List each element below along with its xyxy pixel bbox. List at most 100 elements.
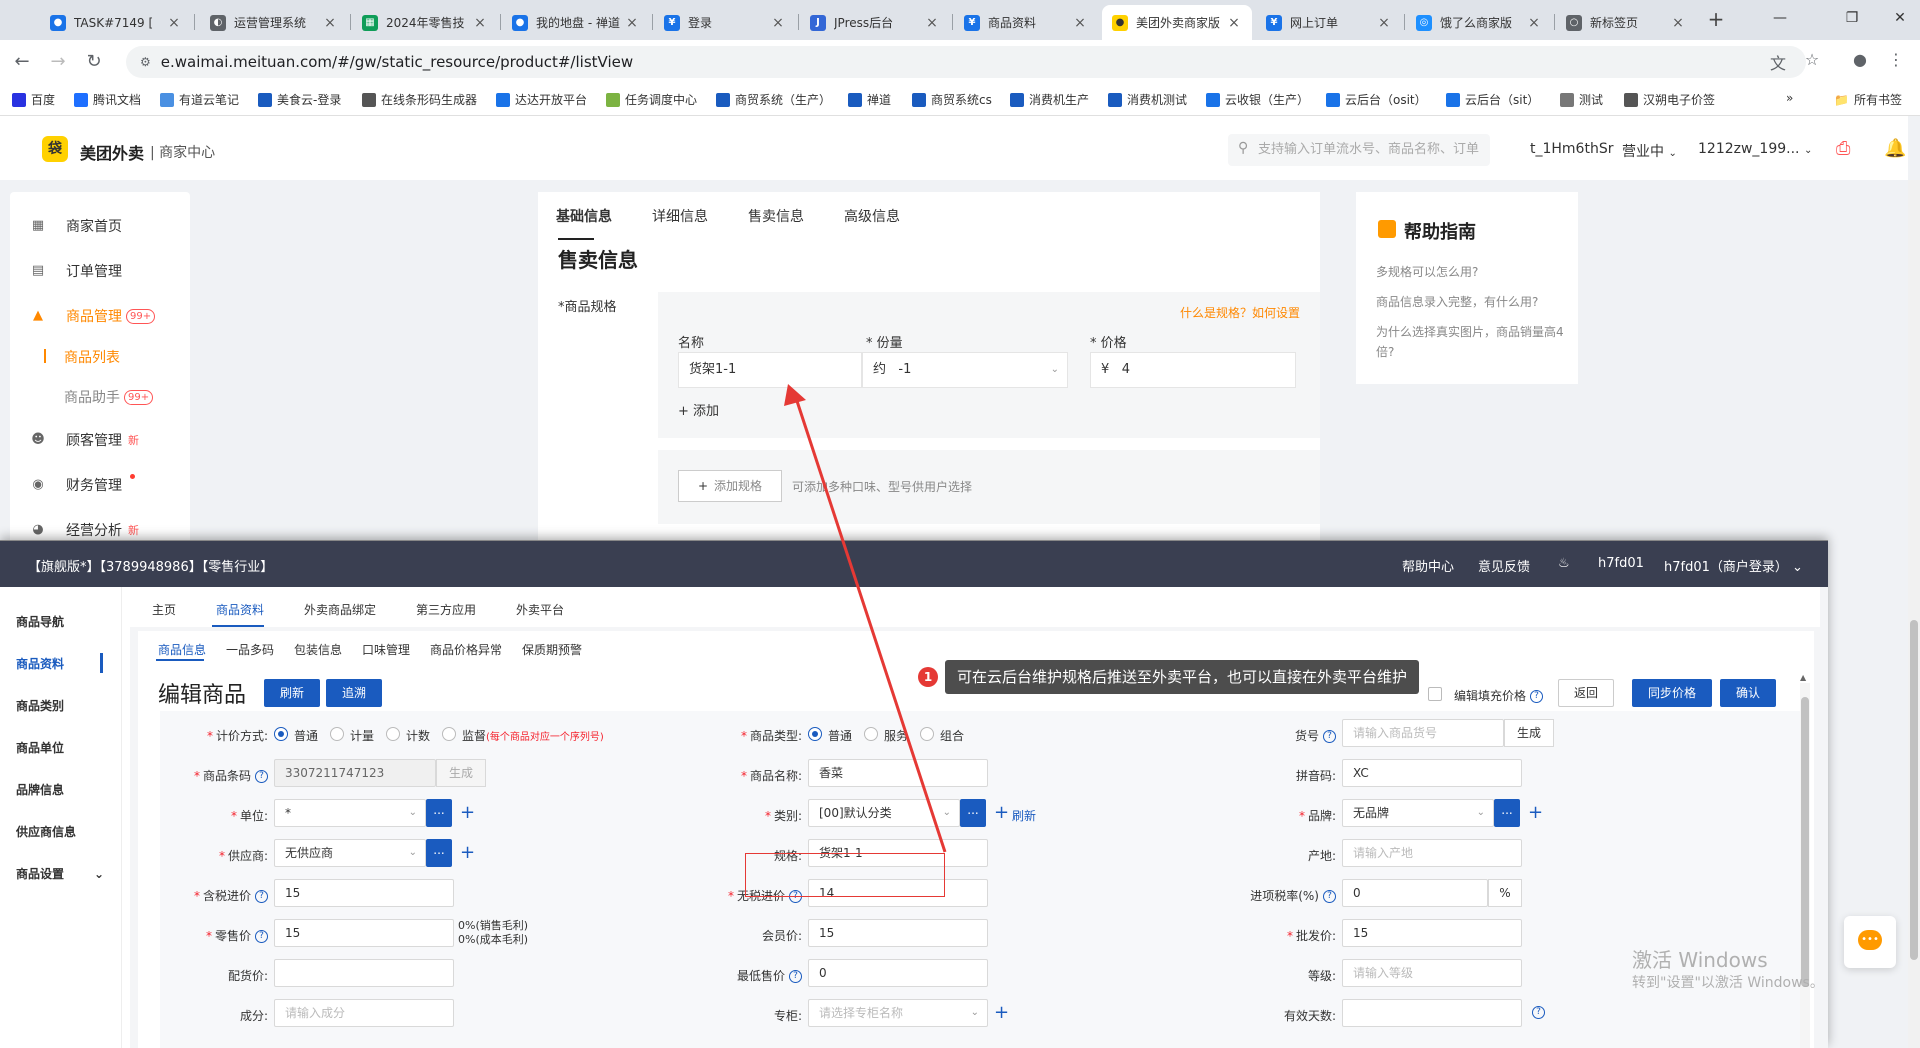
feedback-link[interactable]: 意见反馈: [1478, 556, 1530, 575]
pricing-count-radio[interactable]: [386, 727, 400, 741]
wholesale-price-input[interactable]: 15: [1342, 919, 1522, 947]
bookmark-item[interactable]: 商贸系统cs: [912, 91, 992, 108]
pinyin-input[interactable]: XC: [1342, 759, 1522, 787]
scroll-up-icon[interactable]: ▲: [1800, 673, 1806, 682]
tab-third-party[interactable]: 第三方应用: [416, 601, 476, 618]
type-combo-radio[interactable]: [920, 727, 934, 741]
min-price-input[interactable]: 0: [808, 959, 988, 987]
bookmark-item[interactable]: 在线条形码生成器: [362, 91, 477, 108]
bookmark-item[interactable]: 云后台（sit）: [1446, 91, 1539, 108]
cloud-form-scrollbar[interactable]: [1800, 683, 1810, 1048]
restore-icon[interactable]: ❐: [1840, 10, 1864, 26]
grade-input[interactable]: 请输入等级: [1342, 959, 1522, 987]
cloud-sidebar-item-settings[interactable]: 商品设置 ⌄: [16, 865, 104, 882]
back-icon[interactable]: ←: [10, 50, 34, 74]
bookmark-item[interactable]: 有道云笔记: [160, 91, 239, 108]
type-service-radio[interactable]: [864, 727, 878, 741]
browser-tab[interactable]: ◐ 运营管理系统 ×: [200, 5, 348, 40]
subtab-price-anomaly[interactable]: 商品价格异常: [430, 641, 502, 658]
bookmark-star-icon[interactable]: ☆: [1802, 50, 1822, 70]
browser-tab[interactable]: ● 我的地盘 - 禅道 ×: [502, 5, 650, 40]
spec-name-input[interactable]: 货架1-1: [678, 352, 862, 388]
tab-close-icon[interactable]: ×: [322, 15, 338, 31]
category-refresh-link[interactable]: 刷新: [1012, 807, 1036, 824]
subtab-shelf-life[interactable]: 保质期预警: [522, 641, 582, 658]
customer-service-button[interactable]: •••: [1844, 916, 1896, 968]
tab-close-icon[interactable]: ×: [770, 15, 786, 31]
bookmark-item[interactable]: 消费机生产: [1010, 91, 1089, 108]
help-icon[interactable]: ?: [255, 770, 268, 783]
cloud-sidebar-item[interactable]: 商品类别: [16, 697, 64, 714]
browser-tab[interactable]: ○ 新标签页 ×: [1556, 5, 1696, 40]
browser-tab[interactable]: J JPress后台 ×: [800, 5, 950, 40]
printer-icon[interactable]: ⎙: [1836, 138, 1850, 159]
close-window-icon[interactable]: ✕: [1888, 10, 1912, 26]
bell-icon[interactable]: 🔔: [1884, 138, 1906, 159]
help-link[interactable]: 为什么选择真实图片，商品销量高4倍?: [1376, 322, 1566, 362]
tab-close-icon[interactable]: ×: [1670, 15, 1686, 31]
retail-price-input[interactable]: 15: [274, 919, 454, 947]
ingredient-input[interactable]: 请输入成分: [274, 999, 454, 1027]
translate-icon[interactable]: 文: [1768, 50, 1788, 73]
bookmark-item[interactable]: 测试: [1560, 91, 1603, 108]
browser-tab[interactable]: ● TASK#7149 [×: [40, 5, 192, 40]
generate-barcode-button[interactable]: 生成: [436, 759, 486, 787]
confirm-button[interactable]: 确认: [1720, 679, 1776, 707]
tab-close-icon[interactable]: ×: [1526, 15, 1542, 31]
cloud-sidebar-item[interactable]: 商品导航: [16, 613, 64, 630]
minimize-icon[interactable]: —: [1768, 10, 1792, 26]
brand-picker-button[interactable]: ...: [1494, 799, 1520, 827]
meituan-search-input[interactable]: 支持输入订单流水号、商品名称、订单: [1228, 134, 1490, 166]
spec-price-input[interactable]: ¥ 4: [1090, 352, 1296, 388]
origin-input[interactable]: 请输入产地: [1342, 839, 1522, 867]
tab-close-icon[interactable]: ×: [1072, 15, 1088, 31]
site-info-icon[interactable]: ⚙: [140, 55, 151, 69]
tab-product-data[interactable]: 商品资料: [216, 601, 264, 618]
url-input[interactable]: ⚙ e.waimai.meituan.com/#/gw/static_resou…: [126, 46, 1806, 78]
tab-takeout-platform[interactable]: 外卖平台: [516, 601, 564, 618]
browser-tab[interactable]: ● 美团外卖商家版 ×: [1102, 5, 1252, 40]
browser-tab[interactable]: ▦ 2024年零售技 ×: [352, 5, 498, 40]
help-link[interactable]: 多规格可以怎么用?: [1376, 262, 1566, 282]
spec-help-link[interactable]: 什么是规格？如何设置: [1180, 304, 1300, 321]
sidebar-item-orders[interactable]: ▤ 订单管理: [30, 261, 122, 281]
sidebar-item-customers[interactable]: ☻ 顾客管理新: [30, 430, 139, 450]
cloud-sidebar-item[interactable]: 商品单位: [16, 739, 64, 756]
cloud-sidebar-item[interactable]: 品牌信息: [16, 781, 64, 798]
tab-home[interactable]: 主页: [152, 601, 176, 618]
sync-price-button[interactable]: 同步价格: [1632, 679, 1712, 707]
tab-close-icon[interactable]: ×: [472, 15, 488, 31]
sidebar-item-analytics[interactable]: ◕ 经营分析新: [30, 520, 139, 540]
sku-input[interactable]: 请输入商品货号: [1342, 719, 1504, 747]
browser-tab[interactable]: ¥ 商品资料 ×: [954, 5, 1098, 40]
sidebar-item-home[interactable]: ▦ 商家首页: [30, 216, 122, 236]
unit-select[interactable]: * ⌄: [274, 799, 426, 827]
help-icon[interactable]: ?: [789, 970, 802, 983]
cloud-user[interactable]: h7fd01: [1598, 556, 1644, 571]
subtab-product-info[interactable]: 商品信息: [158, 641, 206, 658]
bookmark-item[interactable]: 云后台（osit）: [1326, 91, 1427, 108]
supplier-select[interactable]: 无供应商 ⌄: [274, 839, 426, 867]
cloud-sidebar-item[interactable]: 供应商信息: [16, 823, 76, 840]
page-scrollbar-thumb[interactable]: [1910, 620, 1918, 960]
profile-icon[interactable]: ●: [1850, 50, 1870, 70]
tab-close-icon[interactable]: ×: [1226, 15, 1242, 31]
bookmark-item[interactable]: 百度: [12, 91, 55, 108]
browser-tab[interactable]: ¥ 网上订单 ×: [1256, 5, 1402, 40]
add-spec-row-button[interactable]: + 添加: [678, 400, 719, 419]
shelf-life-input[interactable]: [1342, 999, 1522, 1027]
meituan-user[interactable]: t_1Hm6thSr: [1530, 141, 1613, 157]
tab-close-icon[interactable]: ×: [1376, 15, 1392, 31]
bookmark-item[interactable]: 消费机测试: [1108, 91, 1187, 108]
help-icon[interactable]: ?: [255, 890, 268, 903]
cloud-form-scrollbar-thumb[interactable]: [1801, 697, 1809, 987]
help-icon[interactable]: ?: [1530, 690, 1544, 703]
tab-basic-info[interactable]: 基础信息: [556, 206, 612, 226]
category-select[interactable]: [00]默认分类 ⌄: [808, 799, 960, 827]
bookmark-item[interactable]: 腾讯文档: [74, 91, 141, 108]
page-scrollbar[interactable]: [1908, 180, 1920, 1048]
tab-close-icon[interactable]: ×: [166, 15, 182, 31]
product-name-input[interactable]: 香菜: [808, 759, 988, 787]
bookmarks-more-icon[interactable]: »: [1786, 91, 1793, 105]
cloud-sidebar-item-active[interactable]: 商品资料: [16, 655, 64, 672]
